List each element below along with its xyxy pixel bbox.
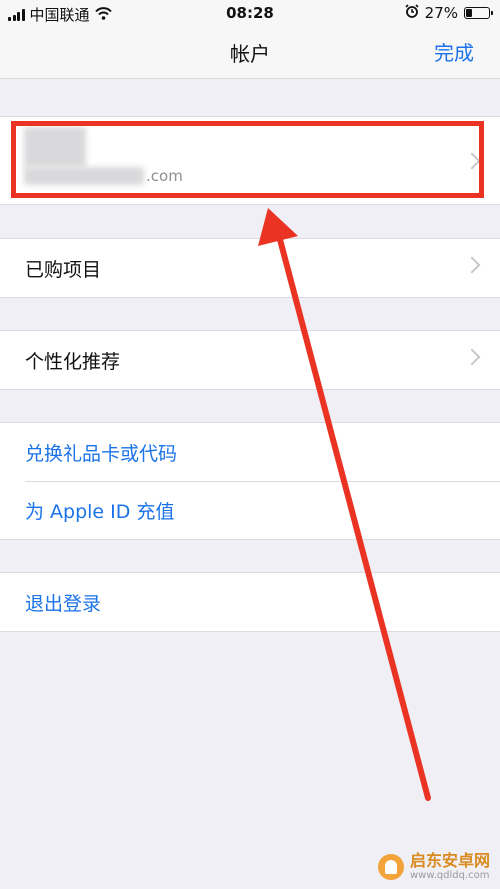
- battery-icon: [464, 7, 493, 19]
- status-right: 27%: [405, 4, 493, 22]
- chevron-right-icon: [463, 348, 481, 366]
- alarm-icon: [405, 4, 419, 22]
- annotation-highlight-box: [11, 121, 484, 198]
- menu-item-purchased[interactable]: 已购项目: [0, 239, 500, 297]
- add-funds-link: 为 Apple ID 充值: [25, 501, 175, 523]
- battery-fill: [466, 9, 472, 17]
- purchased-label: 已购项目: [25, 259, 102, 281]
- chevron-right-icon: [463, 256, 481, 274]
- funds-group: 兑换礼品卡或代码 为 Apple ID 充值: [0, 422, 500, 540]
- sign-out-link: 退出登录: [25, 593, 102, 615]
- watermark-name: 启东安卓网: [409, 851, 490, 871]
- done-button[interactable]: 完成: [434, 37, 474, 66]
- watermark: 启东安卓网 www.qdldq.com: [377, 851, 490, 881]
- personalization-group: 个性化推荐: [0, 330, 500, 390]
- page-title: 帐户: [230, 42, 270, 66]
- sign-out-group: 退出登录: [0, 572, 500, 632]
- menu-item-add-funds[interactable]: 为 Apple ID 充值: [0, 481, 500, 539]
- redeem-link: 兑换礼品卡或代码: [25, 443, 178, 465]
- menu-item-personalization[interactable]: 个性化推荐: [0, 331, 500, 389]
- personalization-label: 个性化推荐: [25, 351, 121, 373]
- watermark-logo-icon: [377, 853, 404, 880]
- watermark-url: www.qdldq.com: [409, 870, 490, 881]
- menu-item-redeem[interactable]: 兑换礼品卡或代码: [0, 423, 500, 481]
- purchased-group: 已购项目: [0, 238, 500, 298]
- nav-bar: 帐户 完成: [0, 26, 500, 79]
- menu-item-sign-out[interactable]: 退出登录: [0, 573, 500, 631]
- battery-percent: 27%: [424, 4, 458, 22]
- status-bar: 中国联通 08:28 27%: [0, 0, 500, 26]
